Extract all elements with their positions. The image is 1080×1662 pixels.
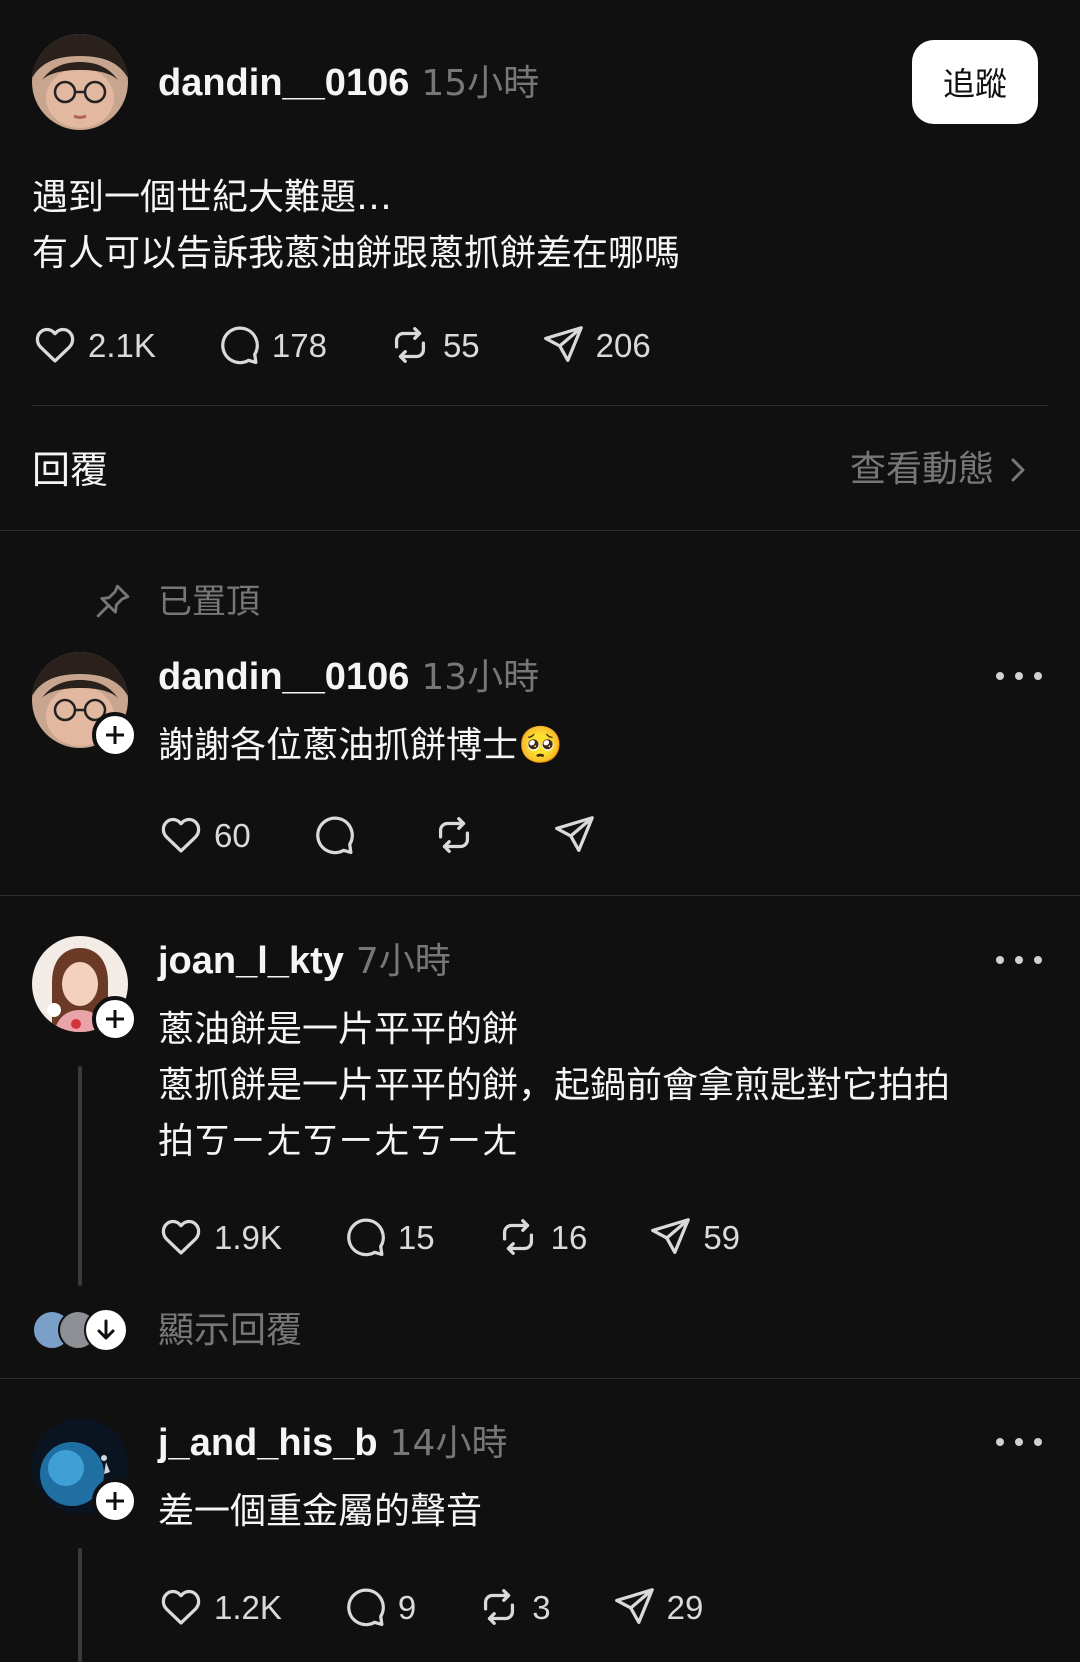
- thread-line: [78, 1066, 82, 1286]
- heart-icon: [158, 1214, 204, 1260]
- more-icon[interactable]: [996, 1432, 1042, 1452]
- reply-time: 7小時: [355, 941, 451, 982]
- send-icon: [540, 322, 586, 368]
- share-count: 206: [595, 326, 651, 364]
- comment-count: 178: [271, 326, 327, 364]
- comment-icon: [311, 812, 357, 858]
- send-icon: [647, 1214, 693, 1260]
- chevron-right-icon: [1011, 458, 1025, 482]
- heart-icon: [158, 1584, 204, 1630]
- share-button[interactable]: 29: [611, 1584, 704, 1630]
- comment-icon: [342, 1214, 388, 1260]
- replies-title: 回覆: [32, 448, 109, 492]
- comment-count: 15: [397, 1218, 435, 1256]
- repost-count: 3: [532, 1588, 551, 1626]
- comment-count: 9: [397, 1588, 417, 1626]
- share-button[interactable]: [551, 812, 607, 858]
- follow-plus-icon[interactable]: [92, 1478, 138, 1524]
- like-count: 1.2K: [214, 1588, 282, 1626]
- reply-text: 謝謝各位蔥油抓餅博士🥺: [158, 720, 563, 772]
- view-activity-link[interactable]: 查看動態: [850, 448, 1030, 492]
- comment-button[interactable]: 15: [342, 1214, 435, 1260]
- comment-button[interactable]: [311, 812, 367, 858]
- repost-icon: [476, 1584, 522, 1630]
- reply-time: 14小時: [389, 1423, 508, 1464]
- like-button[interactable]: 60: [158, 812, 251, 858]
- like-button[interactable]: 2.1K: [32, 322, 156, 368]
- repost-button[interactable]: 3: [476, 1584, 551, 1630]
- reply-author[interactable]: j_and_his_b 14小時: [158, 1424, 507, 1462]
- reply-text: 差一個重金屬的聲音: [158, 1491, 483, 1532]
- reply-actions: 1.9K 15 16 59: [158, 1212, 800, 1262]
- repost-icon: [431, 812, 477, 858]
- show-replies-avatars[interactable]: [32, 1308, 132, 1352]
- share-button[interactable]: 59: [647, 1214, 740, 1260]
- send-icon: [611, 1584, 657, 1630]
- repost-count: 55: [442, 326, 480, 364]
- pin-icon: [96, 584, 130, 618]
- arrow-down-icon: [84, 1308, 128, 1352]
- post-time: 15小時: [421, 63, 540, 104]
- heart-icon: [32, 322, 78, 368]
- comment-icon: [342, 1584, 388, 1630]
- reply-text: 蔥油餅是一片平平的餅 蔥抓餅是一片平平的餅，起鍋前會拿煎匙對它拍拍 拍ㄎㄧㄤㄎㄧ…: [158, 1009, 951, 1162]
- repost-button[interactable]: 55: [387, 322, 480, 368]
- repost-button[interactable]: [431, 812, 487, 858]
- divider: [32, 405, 1048, 406]
- divider: [0, 530, 1080, 531]
- reply-actions: 1.2K 9 3 29: [158, 1582, 763, 1632]
- follow-button[interactable]: 追蹤: [912, 40, 1038, 124]
- divider: [0, 1378, 1080, 1379]
- follow-plus-icon[interactable]: [92, 712, 138, 758]
- divider: [0, 895, 1080, 896]
- pinned-label: 已置頂: [158, 582, 260, 622]
- username[interactable]: dandin__0106: [158, 62, 409, 104]
- repost-button[interactable]: 16: [495, 1214, 588, 1260]
- post-text: 遇到一個世紀大難題… 有人可以告訴我蔥油餅跟蔥抓餅差在哪嗎: [32, 177, 681, 274]
- like-count: 1.9K: [214, 1218, 282, 1256]
- like-count: 2.1K: [88, 326, 156, 364]
- reply-actions: 60: [158, 810, 667, 860]
- show-replies-link[interactable]: 顯示回覆: [158, 1310, 302, 1352]
- share-button[interactable]: 206: [540, 322, 651, 368]
- comment-icon: [216, 322, 262, 368]
- avatar[interactable]: [32, 34, 128, 130]
- heart-icon: [158, 812, 204, 858]
- repost-icon: [495, 1214, 541, 1260]
- reply-author[interactable]: joan_l_kty 7小時: [158, 942, 451, 980]
- username[interactable]: j_and_his_b: [158, 1422, 378, 1464]
- repost-icon: [387, 322, 433, 368]
- reply-time: 13小時: [421, 657, 540, 698]
- username[interactable]: joan_l_kty: [158, 940, 344, 982]
- reply-text-content: 謝謝各位蔥油抓餅博士: [158, 725, 519, 766]
- comment-button[interactable]: 178: [216, 322, 327, 368]
- like-count: 60: [214, 816, 251, 854]
- follow-plus-icon[interactable]: [92, 996, 138, 1042]
- send-icon: [551, 812, 597, 858]
- view-activity-label: 查看動態: [849, 449, 994, 490]
- more-icon[interactable]: [996, 666, 1042, 686]
- reply-author[interactable]: dandin__0106 13小時: [158, 658, 539, 696]
- like-button[interactable]: 1.2K: [158, 1584, 282, 1630]
- post-author[interactable]: dandin__0106 15小時: [158, 64, 539, 102]
- like-button[interactable]: 1.9K: [158, 1214, 282, 1260]
- post-actions: 2.1K 178 55 206: [32, 320, 711, 370]
- username[interactable]: dandin__0106: [158, 656, 409, 698]
- share-count: 59: [703, 1218, 741, 1256]
- repost-count: 16: [550, 1218, 588, 1256]
- share-count: 29: [666, 1588, 704, 1626]
- more-icon[interactable]: [996, 950, 1042, 970]
- pleading-face-emoji: 🥺: [518, 725, 563, 766]
- comment-button[interactable]: 9: [342, 1584, 416, 1630]
- thread-line: [78, 1548, 82, 1662]
